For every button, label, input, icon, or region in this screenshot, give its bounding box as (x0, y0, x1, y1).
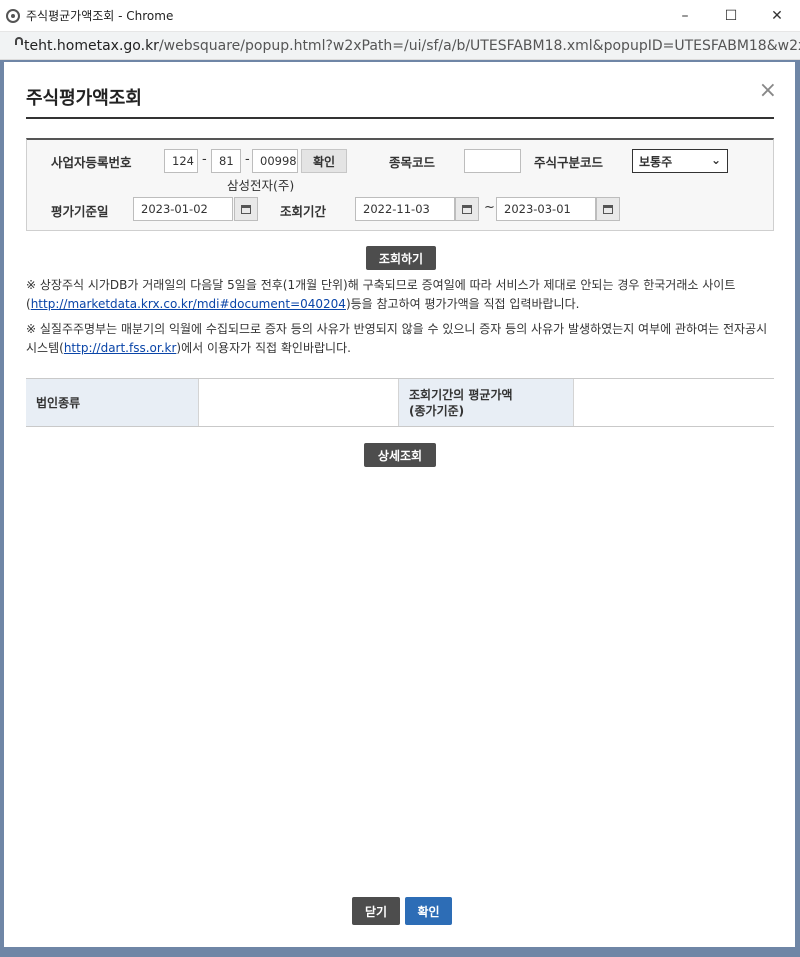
avg-price-value (573, 379, 774, 426)
dart-link[interactable]: http://dart.fss.or.kr (64, 341, 177, 355)
window-titlebar: 주식평균가액조회 - Chrome – ☐ ✕ (0, 0, 800, 32)
result-table: 법인종류 조회기간의 평균가액 (종가기준) (26, 378, 774, 427)
krx-link[interactable]: http://marketdata.krx.co.kr/mdi#document… (31, 297, 346, 311)
corp-type-header: 법인종류 (26, 379, 198, 426)
stock-type-label: 주식구분코드 (534, 155, 604, 170)
url-path: /websquare/popup.html?w2xPath=/ui/sf/a/b… (158, 37, 800, 54)
period-from-calendar-icon[interactable] (455, 197, 479, 221)
eval-date-label: 평가기준일 (51, 204, 109, 219)
period-label: 조회기간 (280, 204, 327, 219)
minimize-button[interactable]: – (662, 0, 708, 32)
chevron-down-icon: ⌄ (710, 153, 721, 167)
avg-price-header: 조회기간의 평균가액 (종가기준) (399, 379, 573, 426)
bizno-part2-input[interactable]: 81 (211, 149, 241, 173)
period-to-calendar-icon[interactable] (596, 197, 620, 221)
company-name: 삼성전자(주) (227, 178, 295, 193)
search-button[interactable]: 조회하기 (366, 246, 436, 270)
eval-date-input[interactable]: 2023-01-02 (133, 197, 233, 221)
note-shareholder: ※ 실질주주명부는 매분기의 익월에 수집되므로 증자 등의 사유가 반영되지 … (26, 320, 778, 358)
period-to-input[interactable]: 2023-03-01 (496, 197, 596, 221)
close-window-button[interactable]: ✕ (754, 0, 800, 32)
close-icon[interactable]: × (759, 80, 777, 102)
period-tilde: ~ (484, 200, 495, 215)
search-form: 사업자등록번호 124 - 81 - 00998 확인 삼성전자(주) 종목코드… (26, 138, 774, 231)
note-market-data: ※ 상장주식 시가DB가 거래일의 다음달 5일을 전후(1개월 단위)해 구축… (26, 276, 778, 314)
bizno-part1-input[interactable]: 124 (164, 149, 198, 173)
close-button[interactable]: 닫기 (352, 897, 400, 925)
url-host: teht.hometax.go.kr (24, 37, 159, 54)
url-text[interactable]: teht.hometax.go.kr/websquare/popup.html?… (24, 38, 800, 54)
chrome-icon (6, 8, 20, 23)
corp-type-value (198, 379, 399, 426)
bizno-dash-1: - (202, 152, 207, 167)
bizno-label: 사업자등록번호 (51, 155, 132, 170)
popup-panel: 주식평가액조회 × 사업자등록번호 124 - 81 - 00998 확인 삼성… (4, 62, 795, 947)
period-from-input[interactable]: 2022-11-03 (355, 197, 455, 221)
bizno-dash-2: - (245, 152, 250, 167)
avg-price-header-line2: (종가기준) (409, 403, 465, 418)
eval-date-calendar-icon[interactable] (234, 197, 258, 221)
address-bar[interactable]: teht.hometax.go.kr/websquare/popup.html?… (0, 32, 800, 60)
note-2-text-end: )에서 이용자가 직접 확인바랍니다. (176, 341, 351, 355)
stock-type-value: 보통주 (639, 154, 673, 169)
stock-type-select[interactable]: 보통주 ⌄ (632, 149, 728, 173)
bizno-confirm-button[interactable]: 확인 (301, 149, 347, 173)
bizno-part3-input[interactable]: 00998 (252, 149, 298, 173)
maximize-button[interactable]: ☐ (708, 0, 754, 32)
window-controls: – ☐ ✕ (662, 0, 800, 32)
stock-code-input[interactable] (464, 149, 521, 173)
title-divider (26, 117, 774, 119)
window-title: 주식평균가액조회 - Chrome (26, 9, 174, 23)
ok-button[interactable]: 확인 (405, 897, 452, 925)
detail-button[interactable]: 상세조회 (364, 443, 436, 467)
avg-price-header-line1: 조회기간의 평균가액 (409, 387, 513, 402)
popup-title: 주식평가액조회 (26, 88, 142, 109)
stock-code-label: 종목코드 (389, 155, 436, 170)
note-1-text-end: )등을 참고하여 평가가액을 직접 입력바랍니다. (345, 297, 580, 311)
